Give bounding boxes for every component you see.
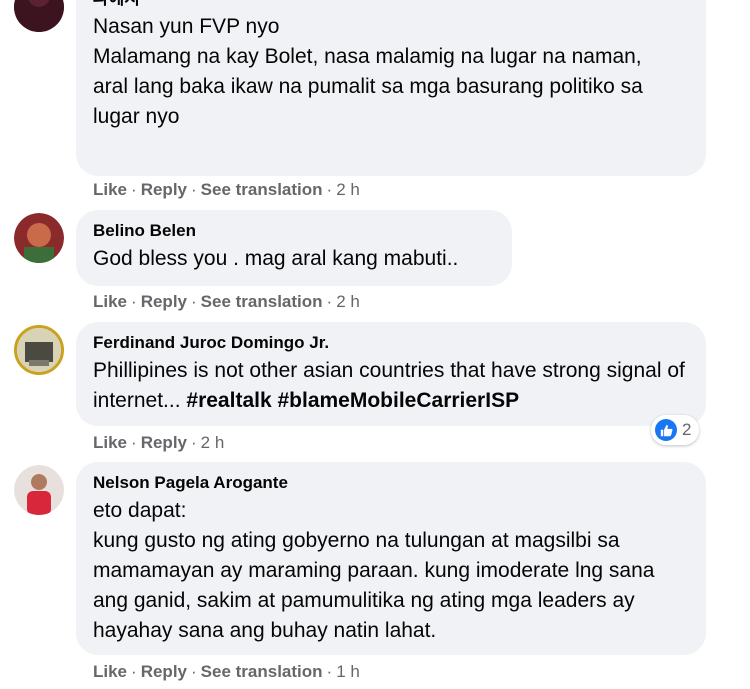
hashtag-link[interactable]: #blameMobileCarrierISP [277,389,519,412]
comment-author[interactable]: Ferdinand Juroc Domingo Jr. [93,332,688,354]
reaction-badge[interactable]: 2 [651,415,700,445]
avatar-image [14,213,64,263]
see-translation-link[interactable]: See translation [201,662,323,681]
comment-text: eto dapat: kung gusto ng ating gobyerno … [93,496,688,646]
comment-text: Phillipines is not other asian countries… [93,356,688,416]
reply-link[interactable]: Reply [141,662,187,681]
comment-actions: Like · Reply · See translation · 1 h [93,662,360,681]
comment-line: kung gusto ng ating gobyerno na tulungan… [93,529,655,642]
avatar[interactable] [14,325,64,375]
comment-actions: Like · Reply · 2 h [93,433,225,452]
comment-time[interactable]: 2 h [201,433,225,452]
comment-author[interactable]: 파에지 [93,0,688,10]
reply-link[interactable]: Reply [141,180,187,199]
like-link[interactable]: Like [93,180,127,199]
see-translation-link[interactable]: See translation [201,292,323,311]
comment-line: Nasan yun FVP nyo [93,15,280,38]
comment-text: Nasan yun FVP nyo Malamang na kay Bolet,… [93,12,688,132]
comment-time[interactable]: 2 h [336,292,360,311]
comment-bubble: 파에지 Nasan yun FVP nyo Malamang na kay Bo… [76,0,706,176]
comment-actions: Like · Reply · See translation · 2 h [93,180,360,199]
reaction-count: 2 [682,420,692,439]
reply-link[interactable]: Reply [141,292,187,311]
like-link[interactable]: Like [93,662,127,681]
comment-line: Malamang na kay Bolet, nasa malamig na l… [93,45,642,68]
comment-author[interactable]: Belino Belen [93,220,494,242]
comment-line: God bless you . mag aral kang mabuti.. [93,247,459,270]
hashtag-link[interactable]: #realtalk [186,389,271,412]
like-link[interactable]: Like [93,433,127,452]
comment-bubble: Ferdinand Juroc Domingo Jr. Phillipines … [76,322,706,426]
avatar[interactable] [14,213,64,263]
see-translation-link[interactable]: See translation [201,180,323,199]
comment-time[interactable]: 1 h [336,662,360,681]
avatar[interactable] [14,465,64,515]
comment-line: aral lang baka ikaw na pumalit sa mga ba… [93,75,643,128]
like-link[interactable]: Like [93,292,127,311]
avatar-image [14,0,64,32]
comment-author[interactable]: Nelson Pagela Arogante [93,472,688,494]
avatar-image [17,328,61,372]
reply-link[interactable]: Reply [141,433,187,452]
comment-bubble: Nelson Pagela Arogante eto dapat: kung g… [76,462,706,655]
thumbs-up-icon [655,419,677,441]
avatar-image [14,465,64,515]
avatar[interactable] [14,0,64,32]
comment-bubble: Belino Belen God bless you . mag aral ka… [76,210,512,286]
comment-time[interactable]: 2 h [336,180,360,199]
comment-actions: Like · Reply · See translation · 2 h [93,292,360,311]
comment-text: God bless you . mag aral kang mabuti.. [93,244,494,274]
comment-line: eto dapat: [93,499,187,522]
